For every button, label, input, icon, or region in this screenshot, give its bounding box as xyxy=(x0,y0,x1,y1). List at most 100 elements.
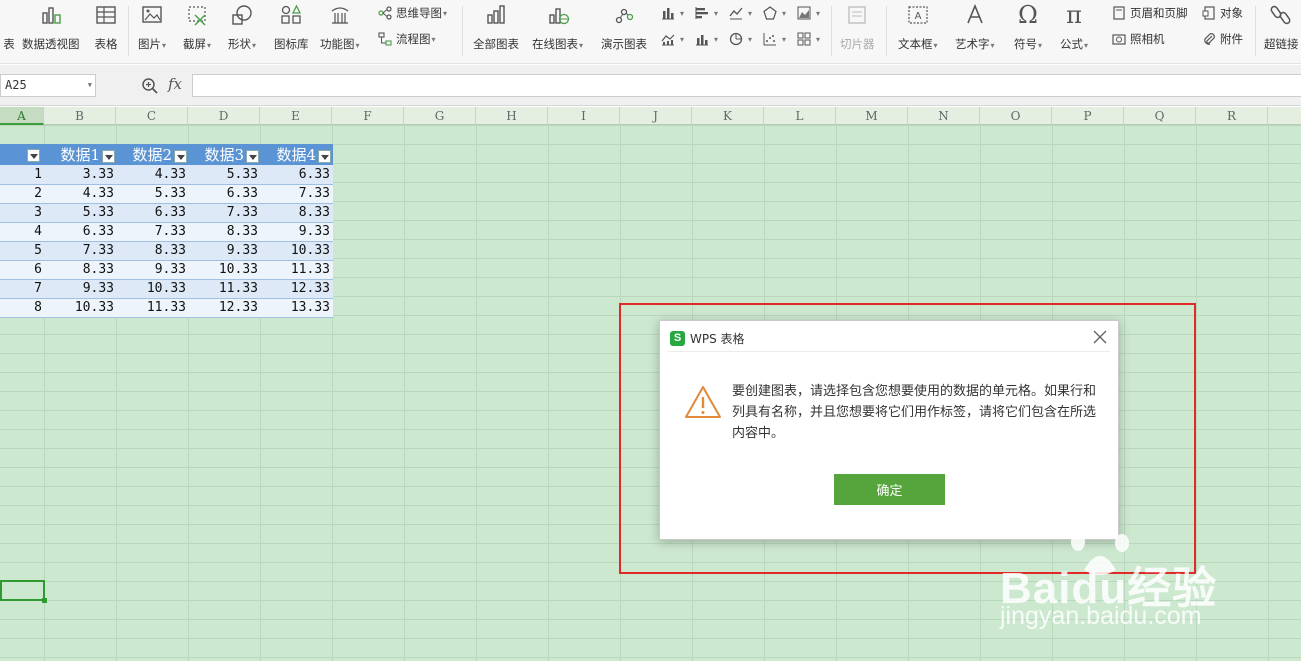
table-header-cell[interactable]: 数据2 xyxy=(117,144,189,165)
wordart-button[interactable]: 艺术字▾ xyxy=(955,2,995,56)
picture-button[interactable]: 图片▾ xyxy=(138,2,166,56)
table-cell[interactable]: 8.33 xyxy=(261,203,333,223)
all-charts-button[interactable]: 全部图表 xyxy=(473,2,519,56)
bar-chart-dropdown[interactable]: ▾ xyxy=(694,4,718,22)
column-header-e[interactable]: E xyxy=(260,107,332,125)
ok-button[interactable]: 确定 xyxy=(834,474,945,505)
table-header-cell[interactable]: 数据4 xyxy=(261,144,333,165)
table-cell[interactable]: 9.33 xyxy=(117,260,189,280)
more-charts-dropdown[interactable]: ▾ xyxy=(796,30,820,48)
fx-label[interactable]: fx xyxy=(168,75,182,93)
filter-dropdown-icon[interactable] xyxy=(27,149,40,162)
column-header-a[interactable]: A xyxy=(0,107,44,125)
table-cell[interactable]: 8 xyxy=(0,298,45,318)
symbol-button[interactable]: Ω 符号▾ xyxy=(1014,1,1042,56)
table-cell[interactable]: 7.33 xyxy=(117,222,189,242)
table-cell[interactable]: 3 xyxy=(0,203,45,223)
table-cell[interactable]: 5.33 xyxy=(45,203,117,223)
screenshot-button[interactable]: 截屏▾ xyxy=(183,2,211,56)
icon-library-button[interactable]: 图标库 xyxy=(274,2,309,56)
column-header-d[interactable]: D xyxy=(188,107,260,125)
header-footer-button[interactable]: 页眉和页脚 xyxy=(1111,4,1188,22)
table-cell[interactable]: 6.33 xyxy=(45,222,117,242)
table-header-cell[interactable]: 数据1 xyxy=(45,144,117,165)
name-box[interactable]: A25 ▼ xyxy=(0,74,96,97)
flowchart-button[interactable]: 流程图 ▾ xyxy=(377,30,436,48)
table-cell[interactable]: 11.33 xyxy=(189,279,261,299)
table-cell[interactable]: 10.33 xyxy=(45,298,117,318)
column-header-n[interactable]: N xyxy=(908,107,980,125)
table-cell[interactable]: 8.33 xyxy=(117,241,189,261)
table-cell[interactable]: 4 xyxy=(0,222,45,242)
table-cell[interactable]: 7.33 xyxy=(45,241,117,261)
column-chart-dropdown[interactable]: ▾ xyxy=(660,4,684,22)
column-header-c[interactable]: C xyxy=(116,107,188,125)
combo-chart-dropdown[interactable]: ▾ xyxy=(660,30,684,48)
table-cell[interactable]: 11.33 xyxy=(117,298,189,318)
table-header-cell[interactable]: 数据3 xyxy=(189,144,261,165)
table-cell[interactable]: 9.33 xyxy=(261,222,333,242)
formula-input[interactable] xyxy=(192,74,1301,97)
table-cell[interactable]: 10.33 xyxy=(117,279,189,299)
filter-dropdown-icon[interactable] xyxy=(246,149,259,163)
radar-chart-dropdown[interactable]: ▾ xyxy=(762,4,786,22)
zoom-icon[interactable] xyxy=(141,77,159,95)
table-cell[interactable]: 11.33 xyxy=(261,260,333,280)
table-cell[interactable]: 12.33 xyxy=(189,298,261,318)
column-header-f[interactable]: F xyxy=(332,107,404,125)
object-button[interactable]: 对象 xyxy=(1201,4,1243,22)
area-chart-dropdown[interactable]: ▾ xyxy=(796,4,820,22)
stock-chart-dropdown[interactable]: ▾ xyxy=(694,30,718,48)
column-header-k[interactable]: K xyxy=(692,107,764,125)
formula-button[interactable]: π 公式▾ xyxy=(1060,1,1088,56)
table-cell[interactable]: 5 xyxy=(0,241,45,261)
attachment-button[interactable]: 附件 xyxy=(1201,30,1243,48)
chevron-down-icon[interactable]: ▼ xyxy=(88,81,92,89)
demo-chart-button[interactable]: 演示图表 xyxy=(601,2,647,56)
table-cell[interactable]: 6 xyxy=(0,260,45,280)
table-cell[interactable]: 7.33 xyxy=(261,184,333,204)
table-cell[interactable]: 1 xyxy=(0,165,45,185)
table-cell[interactable]: 10.33 xyxy=(189,260,261,280)
table-cell[interactable]: 5.33 xyxy=(117,184,189,204)
column-header-h[interactable]: H xyxy=(476,107,548,125)
table-button[interactable]: 表格 xyxy=(93,2,119,56)
function-chart-button[interactable]: 功能图▾ xyxy=(320,2,360,56)
table-cell[interactable]: 6.33 xyxy=(117,203,189,223)
column-header-b[interactable]: B xyxy=(44,107,116,125)
mindmap-button[interactable]: 思维导图 ▾ xyxy=(377,4,447,22)
column-header-g[interactable]: G xyxy=(404,107,476,125)
column-header-j[interactable]: J xyxy=(620,107,692,125)
column-header-r[interactable]: R xyxy=(1196,107,1268,125)
filter-dropdown-icon[interactable] xyxy=(318,149,331,163)
table-cell[interactable]: 3.33 xyxy=(45,165,117,185)
column-header-q[interactable]: Q xyxy=(1124,107,1196,125)
table-cell[interactable]: 6.33 xyxy=(189,184,261,204)
table-cell[interactable]: 5.33 xyxy=(189,165,261,185)
filter-dropdown-icon[interactable] xyxy=(102,149,115,163)
table-cell[interactable]: 4.33 xyxy=(117,165,189,185)
table-cell[interactable]: 4.33 xyxy=(45,184,117,204)
table-cell[interactable]: 2 xyxy=(0,184,45,204)
camera-button[interactable]: 照相机 xyxy=(1111,30,1165,48)
table-cell[interactable]: 9.33 xyxy=(45,279,117,299)
pivot-chart-button[interactable]: 数据透视图 xyxy=(22,2,80,56)
online-chart-button[interactable]: 在线图表▾ xyxy=(532,2,583,56)
table-cell[interactable]: 9.33 xyxy=(189,241,261,261)
shape-button[interactable]: 形状▾ xyxy=(228,2,256,56)
table-cell[interactable]: 7 xyxy=(0,279,45,299)
ribbon-edge-item[interactable]: 表 xyxy=(0,2,22,56)
hyperlink-button[interactable]: 超链接 xyxy=(1264,2,1299,56)
table-cell[interactable]: 10.33 xyxy=(261,241,333,261)
column-header-m[interactable]: M xyxy=(836,107,908,125)
table-cell[interactable]: 13.33 xyxy=(261,298,333,318)
table-cell[interactable]: 12.33 xyxy=(261,279,333,299)
line-chart-dropdown[interactable]: ▾ xyxy=(728,4,752,22)
column-header-o[interactable]: O xyxy=(980,107,1052,125)
table-cell[interactable]: 8.33 xyxy=(189,222,261,242)
active-cell-a25[interactable] xyxy=(0,580,47,603)
table-header-cell[interactable] xyxy=(0,144,45,165)
column-header-l[interactable]: L xyxy=(764,107,836,125)
column-header-p[interactable]: P xyxy=(1052,107,1124,125)
table-cell[interactable]: 6.33 xyxy=(261,165,333,185)
